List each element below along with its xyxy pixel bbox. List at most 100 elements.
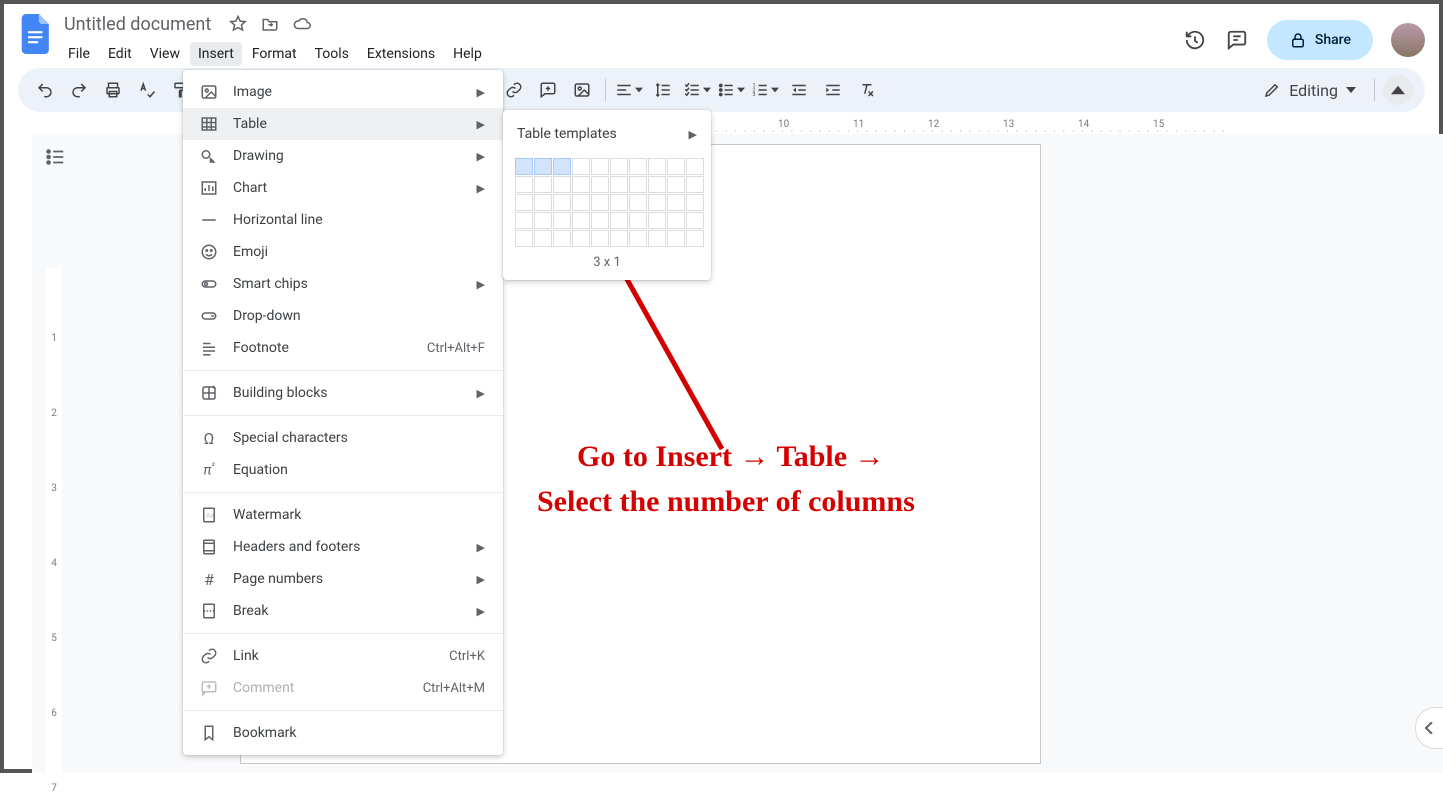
table-grid-cell[interactable] bbox=[610, 194, 628, 211]
table-grid-cell[interactable] bbox=[534, 194, 552, 211]
menu-edit[interactable]: Edit bbox=[100, 42, 140, 66]
table-size-grid[interactable] bbox=[503, 158, 711, 247]
table-grid-cell[interactable] bbox=[553, 212, 571, 229]
side-panel-toggle[interactable] bbox=[1415, 707, 1443, 749]
menu-item-equation[interactable]: π²Equation bbox=[183, 454, 503, 486]
insert-link-button[interactable] bbox=[499, 75, 529, 105]
checklist-button[interactable] bbox=[682, 75, 712, 105]
docs-logo[interactable] bbox=[18, 10, 54, 58]
table-grid-cell[interactable] bbox=[610, 212, 628, 229]
undo-button[interactable] bbox=[30, 75, 60, 105]
indent-increase-button[interactable] bbox=[818, 75, 848, 105]
table-grid-cell[interactable] bbox=[572, 230, 590, 247]
share-button[interactable]: Share bbox=[1267, 20, 1373, 60]
line-spacing-button[interactable] bbox=[648, 75, 678, 105]
table-grid-cell[interactable] bbox=[515, 158, 533, 175]
table-grid-cell[interactable] bbox=[629, 194, 647, 211]
bulleted-list-button[interactable] bbox=[716, 75, 746, 105]
history-icon[interactable] bbox=[1183, 28, 1207, 52]
table-grid-cell[interactable] bbox=[686, 176, 704, 193]
menu-extensions[interactable]: Extensions bbox=[359, 42, 443, 66]
table-grid-cell[interactable] bbox=[515, 194, 533, 211]
table-grid-cell[interactable] bbox=[553, 194, 571, 211]
print-button[interactable] bbox=[98, 75, 128, 105]
table-grid-cell[interactable] bbox=[667, 176, 685, 193]
table-grid-cell[interactable] bbox=[648, 176, 666, 193]
menu-item-image[interactable]: Image▶ bbox=[183, 76, 503, 108]
menu-item-bookmark[interactable]: Bookmark bbox=[183, 717, 503, 749]
document-title[interactable]: Untitled document bbox=[60, 13, 215, 36]
move-icon[interactable] bbox=[261, 15, 279, 33]
table-grid-cell[interactable] bbox=[610, 230, 628, 247]
star-icon[interactable] bbox=[229, 15, 247, 33]
table-grid-cell[interactable] bbox=[667, 212, 685, 229]
hide-menus-button[interactable] bbox=[1383, 75, 1413, 105]
table-grid-cell[interactable] bbox=[515, 212, 533, 229]
table-grid-cell[interactable] bbox=[572, 176, 590, 193]
table-grid-cell[interactable] bbox=[686, 212, 704, 229]
table-grid-cell[interactable] bbox=[648, 212, 666, 229]
menu-view[interactable]: View bbox=[142, 42, 188, 66]
menu-tools[interactable]: Tools bbox=[307, 42, 357, 66]
table-grid-cell[interactable] bbox=[686, 158, 704, 175]
numbered-list-button[interactable]: 123 bbox=[750, 75, 780, 105]
table-grid-cell[interactable] bbox=[648, 158, 666, 175]
menu-item-footnote[interactable]: FootnoteCtrl+Alt+F bbox=[183, 332, 503, 364]
table-grid-cell[interactable] bbox=[534, 212, 552, 229]
table-grid-cell[interactable] bbox=[667, 158, 685, 175]
table-grid-cell[interactable] bbox=[610, 158, 628, 175]
menu-item-table[interactable]: Table▶ bbox=[183, 108, 503, 140]
table-grid-cell[interactable] bbox=[591, 176, 609, 193]
table-grid-cell[interactable] bbox=[648, 230, 666, 247]
ruler-vertical[interactable]: 1234567 bbox=[46, 268, 62, 773]
table-grid-cell[interactable] bbox=[515, 230, 533, 247]
menu-file[interactable]: File bbox=[60, 42, 98, 66]
table-grid-cell[interactable] bbox=[648, 194, 666, 211]
table-grid-cell[interactable] bbox=[667, 230, 685, 247]
table-grid-cell[interactable] bbox=[686, 194, 704, 211]
table-grid-cell[interactable] bbox=[591, 230, 609, 247]
menu-item-chips[interactable]: Smart chips▶ bbox=[183, 268, 503, 300]
table-grid-cell[interactable] bbox=[591, 158, 609, 175]
comments-icon[interactable] bbox=[1225, 28, 1249, 52]
insert-image-button[interactable] bbox=[567, 75, 597, 105]
table-grid-cell[interactable] bbox=[629, 212, 647, 229]
menu-item-link[interactable]: LinkCtrl+K bbox=[183, 640, 503, 672]
menu-item-dropdown[interactable]: Drop-down bbox=[183, 300, 503, 332]
menu-item-blocks[interactable]: Building blocks▶ bbox=[183, 377, 503, 409]
menu-item-drawing[interactable]: Drawing▶ bbox=[183, 140, 503, 172]
table-grid-cell[interactable] bbox=[534, 158, 552, 175]
menu-insert[interactable]: Insert bbox=[190, 42, 242, 66]
table-grid-cell[interactable] bbox=[572, 194, 590, 211]
table-grid-cell[interactable] bbox=[629, 158, 647, 175]
table-grid-cell[interactable] bbox=[553, 158, 571, 175]
menu-item-break[interactable]: Break▶ bbox=[183, 595, 503, 627]
align-button[interactable] bbox=[614, 75, 644, 105]
menu-item-special[interactable]: ΩSpecial characters bbox=[183, 422, 503, 454]
table-grid-cell[interactable] bbox=[534, 176, 552, 193]
cloud-status-icon[interactable] bbox=[293, 15, 311, 33]
table-grid-cell[interactable] bbox=[591, 212, 609, 229]
table-grid-cell[interactable] bbox=[610, 176, 628, 193]
menu-item-pagenum[interactable]: #Page numbers▶ bbox=[183, 563, 503, 595]
menu-format[interactable]: Format bbox=[244, 42, 305, 66]
table-templates-item[interactable]: Table templates ▶ bbox=[503, 116, 711, 152]
table-grid-cell[interactable] bbox=[515, 176, 533, 193]
table-grid-cell[interactable] bbox=[553, 176, 571, 193]
insert-comment-button[interactable] bbox=[533, 75, 563, 105]
menu-item-hf[interactable]: Headers and footers▶ bbox=[183, 531, 503, 563]
menu-help[interactable]: Help bbox=[445, 42, 490, 66]
clear-formatting-button[interactable] bbox=[852, 75, 882, 105]
table-grid-cell[interactable] bbox=[591, 194, 609, 211]
spellcheck-button[interactable] bbox=[132, 75, 162, 105]
menu-item-emoji[interactable]: Emoji bbox=[183, 236, 503, 268]
table-grid-cell[interactable] bbox=[572, 158, 590, 175]
table-grid-cell[interactable] bbox=[534, 230, 552, 247]
table-grid-cell[interactable] bbox=[572, 212, 590, 229]
table-grid-cell[interactable] bbox=[629, 230, 647, 247]
menu-item-chart[interactable]: Chart▶ bbox=[183, 172, 503, 204]
menu-item-hr[interactable]: Horizontal line bbox=[183, 204, 503, 236]
document-outline-toggle[interactable] bbox=[40, 142, 70, 172]
indent-decrease-button[interactable] bbox=[784, 75, 814, 105]
editing-mode-button[interactable]: Editing bbox=[1253, 77, 1366, 104]
